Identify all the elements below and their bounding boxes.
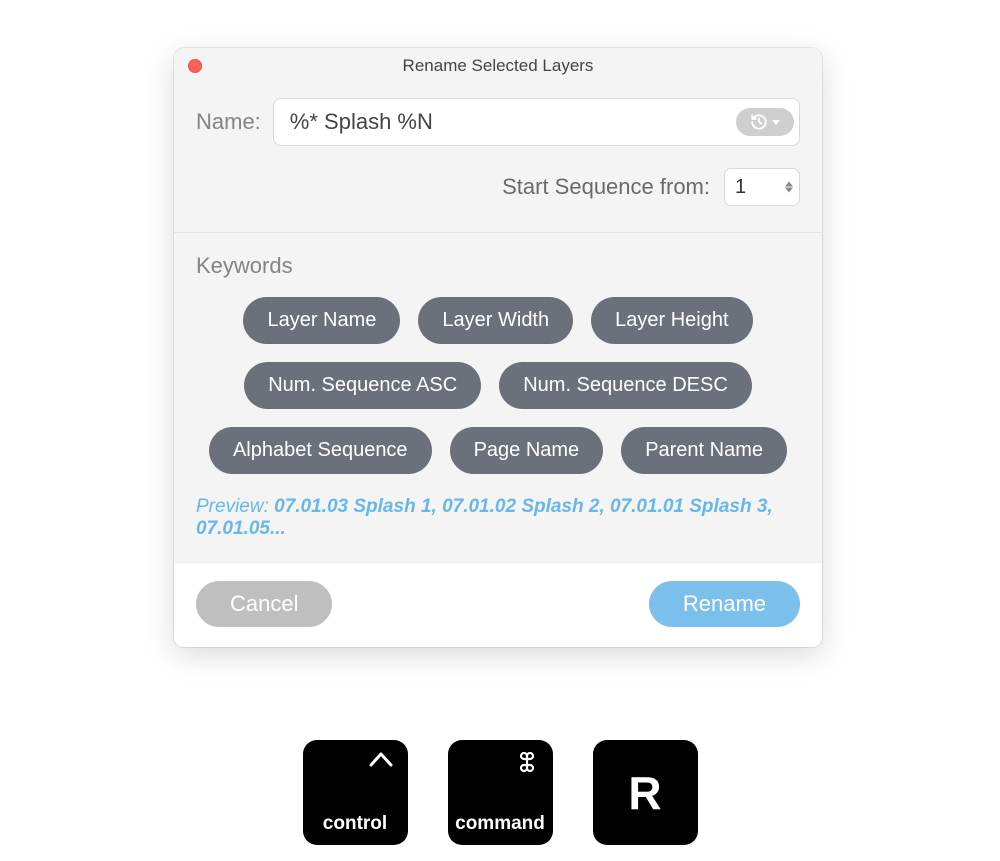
keyword-layer-height[interactable]: Layer Height xyxy=(591,297,752,344)
close-icon[interactable] xyxy=(188,59,202,73)
r-key-label: R xyxy=(628,766,661,820)
sequence-row: Start Sequence from: xyxy=(196,168,800,206)
cancel-button[interactable]: Cancel xyxy=(196,581,332,627)
name-input-wrap xyxy=(273,98,800,146)
name-row: Name: xyxy=(196,98,800,146)
sequence-input-wrap xyxy=(724,168,800,206)
sequence-label: Start Sequence from: xyxy=(502,174,710,200)
keyboard-shortcut: control command R xyxy=(0,740,1000,845)
control-key: control xyxy=(303,740,408,845)
rename-layers-dialog: Rename Selected Layers Name: Start Seque… xyxy=(174,48,822,647)
keyword-parent-name[interactable]: Parent Name xyxy=(621,427,787,474)
keyword-num-seq-asc[interactable]: Num. Sequence ASC xyxy=(244,362,481,409)
keyword-layer-width[interactable]: Layer Width xyxy=(418,297,573,344)
pill-row-3: Alphabet Sequence Page Name Parent Name xyxy=(209,427,787,474)
command-key: command xyxy=(448,740,553,845)
preview-label: Preview: xyxy=(196,496,274,517)
keyword-page-name[interactable]: Page Name xyxy=(450,427,604,474)
stepper xyxy=(785,182,793,193)
stepper-down-icon[interactable] xyxy=(785,188,793,193)
keyword-alphabet-seq[interactable]: Alphabet Sequence xyxy=(209,427,432,474)
window-title: Rename Selected Layers xyxy=(403,56,594,75)
chevron-down-icon xyxy=(772,120,780,125)
preview: Preview: 07.01.03 Splash 1, 07.01.02 Spl… xyxy=(196,496,800,540)
dialog-footer: Cancel Rename xyxy=(174,562,822,647)
keyword-pills: Layer Name Layer Width Layer Height Num.… xyxy=(196,297,800,474)
rename-button[interactable]: Rename xyxy=(649,581,800,627)
pill-row-2: Num. Sequence ASC Num. Sequence DESC xyxy=(244,362,752,409)
control-key-label: control xyxy=(303,813,408,835)
command-symbol-icon xyxy=(515,750,539,779)
history-icon xyxy=(750,113,768,131)
pill-row-1: Layer Name Layer Width Layer Height xyxy=(243,297,752,344)
name-input[interactable] xyxy=(273,98,800,146)
command-key-label: command xyxy=(448,813,553,835)
keywords-heading: Keywords xyxy=(196,253,800,279)
name-label: Name: xyxy=(196,109,261,135)
upper-section: Name: Start Sequence from: xyxy=(174,84,822,232)
r-key: R xyxy=(593,740,698,845)
keyword-layer-name[interactable]: Layer Name xyxy=(243,297,400,344)
stepper-up-icon[interactable] xyxy=(785,182,793,187)
keyword-num-seq-desc[interactable]: Num. Sequence DESC xyxy=(499,362,752,409)
history-button[interactable] xyxy=(736,108,794,136)
preview-text: 07.01.03 Splash 1, 07.01.02 Splash 2, 07… xyxy=(196,496,773,539)
keywords-section: Keywords Layer Name Layer Width Layer He… xyxy=(174,233,822,562)
titlebar: Rename Selected Layers xyxy=(174,48,822,84)
control-symbol-icon xyxy=(368,750,394,773)
